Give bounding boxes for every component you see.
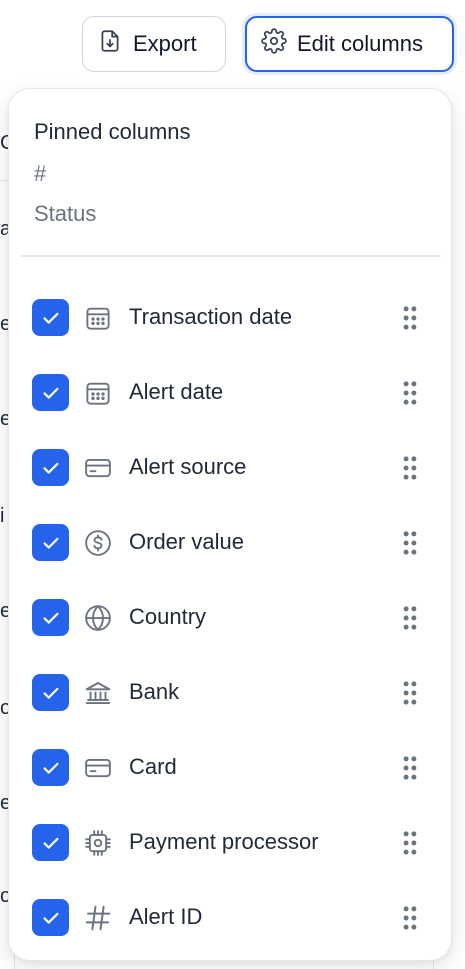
background-text-fragment: e xyxy=(0,408,8,430)
background-text-fragment: C xyxy=(0,132,8,154)
background-text-fragment: e xyxy=(0,313,8,335)
background-text-fragment: e xyxy=(0,792,8,814)
drag-handle-icon[interactable] xyxy=(401,754,419,782)
checkmark-icon xyxy=(40,832,62,854)
column-row[interactable]: Bank xyxy=(9,663,453,723)
chip-icon xyxy=(82,827,114,859)
hash-icon xyxy=(82,902,114,934)
column-checkbox[interactable] xyxy=(32,899,69,936)
column-label: Transaction date xyxy=(129,304,293,329)
column-label: Alert date xyxy=(129,379,224,404)
drag-handle-icon[interactable] xyxy=(401,454,419,482)
column-label: Bank xyxy=(129,679,180,704)
calendar-icon xyxy=(82,302,114,334)
column-row[interactable]: Payment processor xyxy=(9,813,453,873)
column-label: Alert source xyxy=(129,454,247,479)
drag-handle-icon[interactable] xyxy=(401,529,419,557)
dollar-circle-icon xyxy=(82,527,114,559)
column-checkbox[interactable] xyxy=(32,449,69,486)
column-label: Country xyxy=(129,604,207,629)
column-checkbox[interactable] xyxy=(32,749,69,786)
checkmark-icon xyxy=(40,682,62,704)
pinned-column-item: Status xyxy=(34,201,97,226)
drag-handle-icon[interactable] xyxy=(401,604,419,632)
export-label: Export xyxy=(133,31,197,56)
drag-handle-icon[interactable] xyxy=(401,379,419,407)
checkmark-icon xyxy=(40,907,62,929)
column-checkbox[interactable] xyxy=(32,374,69,411)
column-row[interactable]: Alert date xyxy=(9,363,453,423)
column-checkbox[interactable] xyxy=(32,599,69,636)
section-divider xyxy=(20,255,441,257)
column-row[interactable]: Country xyxy=(9,588,453,648)
background-text-fragment: o xyxy=(0,697,8,719)
column-row[interactable]: Transaction date xyxy=(9,288,453,348)
column-label: Card xyxy=(129,754,177,779)
background-text-fragment: e xyxy=(0,600,8,622)
column-checkbox[interactable] xyxy=(32,299,69,336)
gear-icon xyxy=(261,28,287,60)
checkmark-icon xyxy=(40,382,62,404)
edit-columns-panel: Pinned columns # Status Transaction date… xyxy=(8,88,452,961)
calendar-icon xyxy=(82,377,114,409)
column-row[interactable]: Card xyxy=(9,738,453,798)
export-button[interactable]: Export xyxy=(82,16,226,72)
column-checkbox[interactable] xyxy=(32,674,69,711)
column-row[interactable]: Order value xyxy=(9,513,453,573)
background-text-fragment: i xyxy=(0,505,5,527)
column-checkbox[interactable] xyxy=(32,824,69,861)
background-text-fragment: o xyxy=(0,885,8,907)
checkmark-icon xyxy=(40,607,62,629)
checkmark-icon xyxy=(40,307,62,329)
credit-card-icon xyxy=(82,752,114,784)
checkmark-icon xyxy=(40,532,62,554)
background-text-fragment: a xyxy=(0,218,8,240)
pinned-column-item: # xyxy=(34,161,47,186)
edit-columns-label: Edit columns xyxy=(297,31,423,56)
edit-columns-button[interactable]: Edit columns xyxy=(245,16,454,72)
bank-icon xyxy=(82,677,114,709)
drag-handle-icon[interactable] xyxy=(401,829,419,857)
pinned-columns-heading: Pinned columns xyxy=(34,119,191,144)
export-icon xyxy=(97,28,123,60)
column-label: Order value xyxy=(129,529,244,554)
credit-card-icon xyxy=(82,452,114,484)
column-row[interactable]: Alert ID xyxy=(9,888,453,948)
column-label: Alert ID xyxy=(129,904,203,929)
drag-handle-icon[interactable] xyxy=(401,304,419,332)
globe-icon xyxy=(82,602,114,634)
checkmark-icon xyxy=(40,457,62,479)
drag-handle-icon[interactable] xyxy=(401,904,419,932)
column-row[interactable]: Alert source xyxy=(9,438,453,498)
drag-handle-icon[interactable] xyxy=(401,679,419,707)
column-checkbox[interactable] xyxy=(32,524,69,561)
column-label: Payment processor xyxy=(129,829,319,854)
checkmark-icon xyxy=(40,757,62,779)
